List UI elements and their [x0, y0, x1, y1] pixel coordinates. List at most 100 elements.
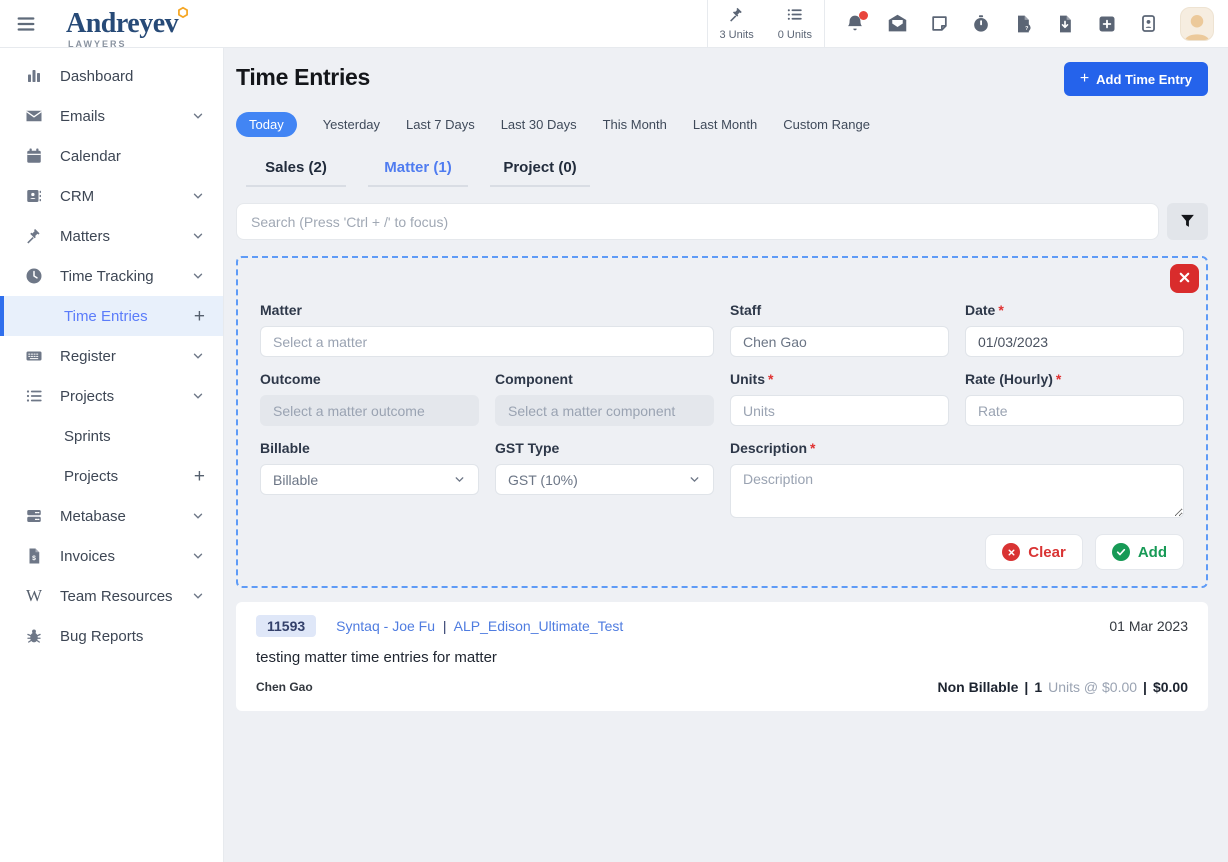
topbar-actions: 3 Units 0 Units ? — [707, 0, 1228, 47]
units-input[interactable] — [730, 395, 949, 426]
server-icon — [24, 507, 44, 525]
date-filter-last-7-days[interactable]: Last 7 Days — [406, 117, 475, 132]
chevron-down-icon — [191, 589, 205, 603]
units-label: Units* — [730, 371, 949, 387]
list-icon — [24, 387, 44, 405]
date-filter-this-month[interactable]: This Month — [603, 117, 667, 132]
hamburger-menu-icon[interactable] — [0, 13, 52, 35]
sidebar-item-label: Emails — [60, 108, 191, 125]
billable-select[interactable]: Billable — [260, 464, 479, 495]
date-filter-last-month[interactable]: Last Month — [693, 117, 757, 132]
close-form-button[interactable] — [1170, 264, 1199, 293]
add-time-entry-quick-icon[interactable]: + — [194, 307, 205, 326]
billable-status: Non Billable — [937, 679, 1018, 695]
sidebar-item-emails[interactable]: Emails — [0, 96, 223, 136]
tab-sales[interactable]: Sales (2) — [246, 159, 346, 187]
matter-units-label: 3 Units — [720, 29, 754, 41]
bug-icon — [24, 627, 44, 645]
sidebar-item-register[interactable]: Register — [0, 336, 223, 376]
rate-input[interactable] — [965, 395, 1184, 426]
add-check-icon — [1112, 543, 1130, 561]
sidebar-item-label: Projects — [60, 388, 191, 405]
sidebar-item-label: Projects — [64, 468, 194, 485]
sidebar-item-invoices[interactable]: $ Invoices — [0, 536, 223, 576]
chevron-down-icon — [191, 549, 205, 563]
sidebar-item-calendar[interactable]: Calendar — [0, 136, 223, 176]
user-avatar[interactable] — [1180, 7, 1214, 41]
topbar-icon-row: ? — [825, 7, 1214, 41]
filter-button[interactable] — [1167, 203, 1208, 240]
notifications-bell-icon[interactable] — [845, 14, 865, 34]
add-button[interactable]: Add — [1095, 534, 1184, 570]
sidebar-item-label: Bug Reports — [60, 628, 205, 645]
tab-project[interactable]: Project (0) — [490, 159, 590, 187]
units-field: Units* — [730, 371, 949, 426]
clear-button[interactable]: Clear — [985, 534, 1083, 570]
entry-matter-link[interactable]: Syntaq - Joe Fu | ALP_Edison_Ultimate_Te… — [336, 618, 623, 634]
gavel-icon — [728, 6, 745, 29]
gst-type-select[interactable]: GST (10%) — [495, 464, 714, 495]
sidebar-item-label: Metabase — [60, 508, 191, 525]
sidebar-item-time-entries[interactable]: Time Entries + — [0, 296, 223, 336]
matter-link-secondary: ALP_Edison_Ultimate_Test — [454, 618, 624, 634]
matter-field: Matter — [260, 302, 714, 357]
brand-logo[interactable]: Andreyev LAWYERS — [66, 10, 178, 38]
date-filter-today[interactable]: Today — [236, 112, 297, 137]
add-project-quick-icon[interactable]: + — [194, 467, 205, 486]
billable-field: Billable Billable — [260, 440, 479, 518]
add-time-entry-button[interactable]: + Add Time Entry — [1064, 62, 1208, 96]
project-units-label: 0 Units — [778, 29, 812, 41]
sidebar-item-label: CRM — [60, 188, 191, 205]
entry-footer: Chen Gao Non Billable | 1 Units @ $0.00 … — [256, 679, 1188, 695]
notes-icon[interactable] — [930, 14, 949, 33]
sidebar-item-dashboard[interactable]: Dashboard — [0, 56, 223, 96]
sidebar-item-team-resources[interactable]: W Team Resources — [0, 576, 223, 616]
sidebar-item-bug-reports[interactable]: Bug Reports — [0, 616, 223, 656]
inbox-mail-icon[interactable] — [887, 13, 908, 34]
sidebar-item-matters[interactable]: Matters — [0, 216, 223, 256]
time-entry-card[interactable]: 11593 Syntaq - Joe Fu | ALP_Edison_Ultim… — [236, 602, 1208, 711]
entry-billing-summary: Non Billable | 1 Units @ $0.00 | $0.00 — [937, 679, 1188, 695]
date-filter-last-30-days[interactable]: Last 30 Days — [501, 117, 577, 132]
tab-matter[interactable]: Matter (1) — [368, 159, 468, 187]
sidebar-item-metabase[interactable]: Metabase — [0, 496, 223, 536]
entry-date: 01 Mar 2023 — [1109, 618, 1188, 634]
search-input[interactable] — [236, 203, 1159, 240]
description-field: Description* — [730, 440, 1184, 518]
contact-card-icon[interactable] — [1139, 14, 1158, 33]
add-label: Add — [1138, 544, 1167, 561]
staff-input[interactable] — [730, 326, 949, 357]
add-time-entry-label: Add Time Entry — [1096, 72, 1192, 87]
date-filter-yesterday[interactable]: Yesterday — [323, 117, 380, 132]
quick-add-plus-icon[interactable] — [1097, 14, 1117, 34]
entry-units: 1 — [1034, 679, 1042, 695]
sidebar-item-sprints[interactable]: Sprints — [0, 416, 223, 456]
chevron-down-icon — [191, 389, 205, 403]
sidebar-item-time-tracking[interactable]: Time Tracking — [0, 256, 223, 296]
component-field: Component — [495, 371, 714, 426]
date-filter-custom-range[interactable]: Custom Range — [783, 117, 870, 132]
quick-add-form: Matter Staff Date* Outcome Component Uni… — [236, 256, 1208, 588]
file-download-icon[interactable] — [1055, 14, 1075, 34]
billable-selected-value: Billable — [273, 472, 318, 488]
sidebar-item-projects-group[interactable]: Projects — [0, 376, 223, 416]
sidebar-item-crm[interactable]: CRM — [0, 176, 223, 216]
date-input[interactable] — [965, 326, 1184, 357]
description-textarea[interactable] — [730, 464, 1184, 518]
timer-stopwatch-icon[interactable] — [971, 14, 991, 34]
description-label: Description* — [730, 440, 1184, 456]
svg-text:$: $ — [32, 555, 36, 562]
rate-field: Rate (Hourly)* — [965, 371, 1184, 426]
project-units-counter[interactable]: 0 Units — [766, 0, 824, 47]
entry-id-badge[interactable]: 11593 — [256, 615, 316, 637]
sidebar-item-label: Matters — [60, 228, 191, 245]
entry-rate-text: Units @ $0.00 — [1048, 679, 1137, 695]
file-question-icon[interactable]: ? — [1013, 14, 1033, 34]
sidebar-item-label: Sprints — [64, 428, 205, 445]
sidebar-item-projects[interactable]: Projects + — [0, 456, 223, 496]
calendar-icon — [24, 147, 44, 165]
matter-units-counter[interactable]: 3 Units — [708, 0, 766, 47]
entry-type-tabs: Sales (2) Matter (1) Project (0) — [246, 159, 1208, 187]
matter-input[interactable] — [260, 326, 714, 357]
entry-header: 11593 Syntaq - Joe Fu | ALP_Edison_Ultim… — [256, 615, 1188, 637]
